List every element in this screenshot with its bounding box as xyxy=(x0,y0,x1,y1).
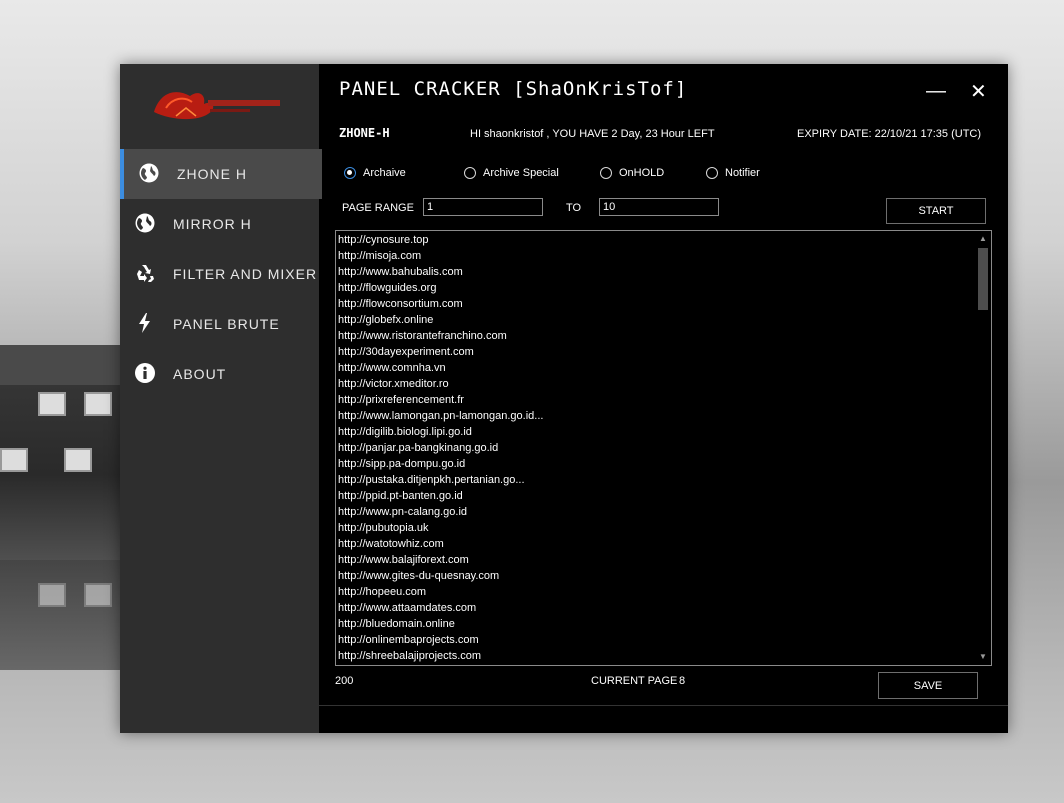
app-window: ZHONE H MIRROR H FILTER AND MIXER PANEL … xyxy=(120,64,1008,733)
list-item[interactable]: http://cynosure.top xyxy=(338,232,968,248)
lightning-icon xyxy=(139,313,150,333)
list-item[interactable]: http://victor.xmeditor.ro xyxy=(338,376,968,392)
list-item[interactable]: http://pubutopia.uk xyxy=(338,520,968,536)
list-item[interactable]: http://www.gites-du-quesnay.com xyxy=(338,568,968,584)
background-window xyxy=(64,448,92,472)
radio-onhold[interactable]: OnHOLD xyxy=(600,167,664,179)
radio-label: Archaive xyxy=(363,167,406,179)
list-item[interactable]: http://www.bahubalis.com xyxy=(338,264,968,280)
radio-dot xyxy=(344,167,356,179)
radio-label: Notifier xyxy=(725,167,760,179)
list-item[interactable]: http://prixreferencement.fr xyxy=(338,392,968,408)
list-item[interactable]: http://onlinembaprojects.com xyxy=(338,632,968,648)
sidebar: ZHONE H MIRROR H FILTER AND MIXER PANEL … xyxy=(120,64,322,733)
url-list-items: http://cynosure.top http://misoja.com http… xyxy=(338,232,968,664)
sidebar-item-label: ZHONE H xyxy=(177,166,247,182)
app-logo xyxy=(154,92,280,120)
list-item[interactable]: http://flowconsortium.com xyxy=(338,296,968,312)
scroll-down-arrow[interactable]: ▼ xyxy=(976,651,990,663)
list-item[interactable]: http://flowguides.org xyxy=(338,280,968,296)
current-page-value: 8 xyxy=(679,675,686,687)
list-item[interactable]: http://30dayexperiment.com xyxy=(338,344,968,360)
background-reflection xyxy=(0,560,120,670)
list-item[interactable]: http://watotowhiz.com xyxy=(338,536,968,552)
scrollbar[interactable]: ▲ ▼ xyxy=(976,232,990,664)
list-item[interactable]: http://digilib.biologi.lipi.go.id xyxy=(338,424,968,440)
globe-icon xyxy=(135,213,155,233)
globe-icon xyxy=(139,163,159,183)
close-button[interactable]: ✕ xyxy=(970,79,987,104)
sidebar-item-filter-and-mixer[interactable]: FILTER AND MIXER xyxy=(120,249,318,299)
minimize-button[interactable]: — xyxy=(926,80,946,103)
list-item[interactable]: http://globefx.online xyxy=(338,312,968,328)
app-title: PANEL CRACKER [ShaOnKrisTof] xyxy=(339,78,688,100)
greeting-text: HI shaonkristof , YOU HAVE 2 Day, 23 Hou… xyxy=(470,128,715,140)
list-item[interactable]: http://ppid.pt-banten.go.id xyxy=(338,488,968,504)
page-range-to-input[interactable] xyxy=(599,198,719,216)
info-icon xyxy=(135,363,155,383)
sidebar-item-about[interactable]: ABOUT xyxy=(120,349,318,399)
list-item[interactable]: http://www.attaamdates.com xyxy=(338,600,968,616)
radio-label: Archive Special xyxy=(483,167,559,179)
radio-notifier[interactable]: Notifier xyxy=(706,167,760,179)
list-item[interactable]: http://sipp.pa-dompu.go.id xyxy=(338,456,968,472)
current-page-label: CURRENT PAGE xyxy=(591,675,678,687)
url-list[interactable]: http://cynosure.top http://misoja.com http… xyxy=(335,230,992,666)
background-window xyxy=(84,392,112,416)
list-item[interactable]: http://shreebalajiprojects.com xyxy=(338,648,968,664)
to-label: TO xyxy=(566,202,582,214)
sidebar-item-mirror-h[interactable]: MIRROR H xyxy=(120,199,318,249)
page-range-from-input[interactable] xyxy=(423,198,543,216)
radio-dot xyxy=(706,167,718,179)
expiry-date: EXPIRY DATE: 22/10/21 17:35 (UTC) xyxy=(797,128,982,140)
sidebar-item-label: MIRROR H xyxy=(173,216,252,232)
radio-dot xyxy=(600,167,612,179)
sidebar-item-label: ABOUT xyxy=(173,366,227,382)
list-item[interactable]: http://www.comnha.vn xyxy=(338,360,968,376)
radio-archaive[interactable]: Archaive xyxy=(344,167,406,179)
background-window xyxy=(38,583,66,607)
list-item[interactable]: http://hopeeu.com xyxy=(338,584,968,600)
list-item[interactable]: http://www.ristorantefranchino.com xyxy=(338,328,968,344)
radio-label: OnHOLD xyxy=(619,167,665,179)
recycle-icon xyxy=(137,265,154,282)
divider xyxy=(319,705,1008,706)
list-item[interactable]: http://bluedomain.online xyxy=(338,616,968,632)
radio-dot xyxy=(464,167,476,179)
background-window xyxy=(38,392,66,416)
start-button[interactable]: START xyxy=(886,198,986,224)
page-range-label: PAGE RANGE xyxy=(342,202,414,214)
sidebar-item-panel-brute[interactable]: PANEL BRUTE xyxy=(120,299,318,349)
save-button[interactable]: SAVE xyxy=(878,672,978,699)
radio-archive-special[interactable]: Archive Special xyxy=(464,167,559,179)
list-item[interactable]: http://www.pn-calang.go.id xyxy=(338,504,968,520)
scrollbar-thumb[interactable] xyxy=(978,248,988,310)
sidebar-item-label: PANEL BRUTE xyxy=(173,316,280,332)
list-item[interactable]: http://www.balajiforext.com xyxy=(338,552,968,568)
sidebar-item-zhone-h[interactable]: ZHONE H xyxy=(120,149,322,199)
background-window xyxy=(0,448,28,472)
background-window xyxy=(84,583,112,607)
url-count: 200 xyxy=(335,675,354,687)
list-item[interactable]: http://misoja.com xyxy=(338,248,968,264)
scroll-up-arrow[interactable]: ▲ xyxy=(976,233,990,245)
list-item[interactable]: http://panjar.pa-bangkinang.go.id xyxy=(338,440,968,456)
sidebar-item-label: FILTER AND MIXER xyxy=(173,266,318,282)
section-label: ZHONE-H xyxy=(339,126,390,140)
list-item[interactable]: http://pustaka.ditjenpkh.pertanian.go... xyxy=(338,472,968,488)
list-item[interactable]: http://www.lamongan.pn-lamongan.go.id... xyxy=(338,408,968,424)
info-bar: ZHONE-H HI shaonkristof , YOU HAVE 2 Day… xyxy=(319,122,1008,152)
background-roof xyxy=(0,345,120,385)
